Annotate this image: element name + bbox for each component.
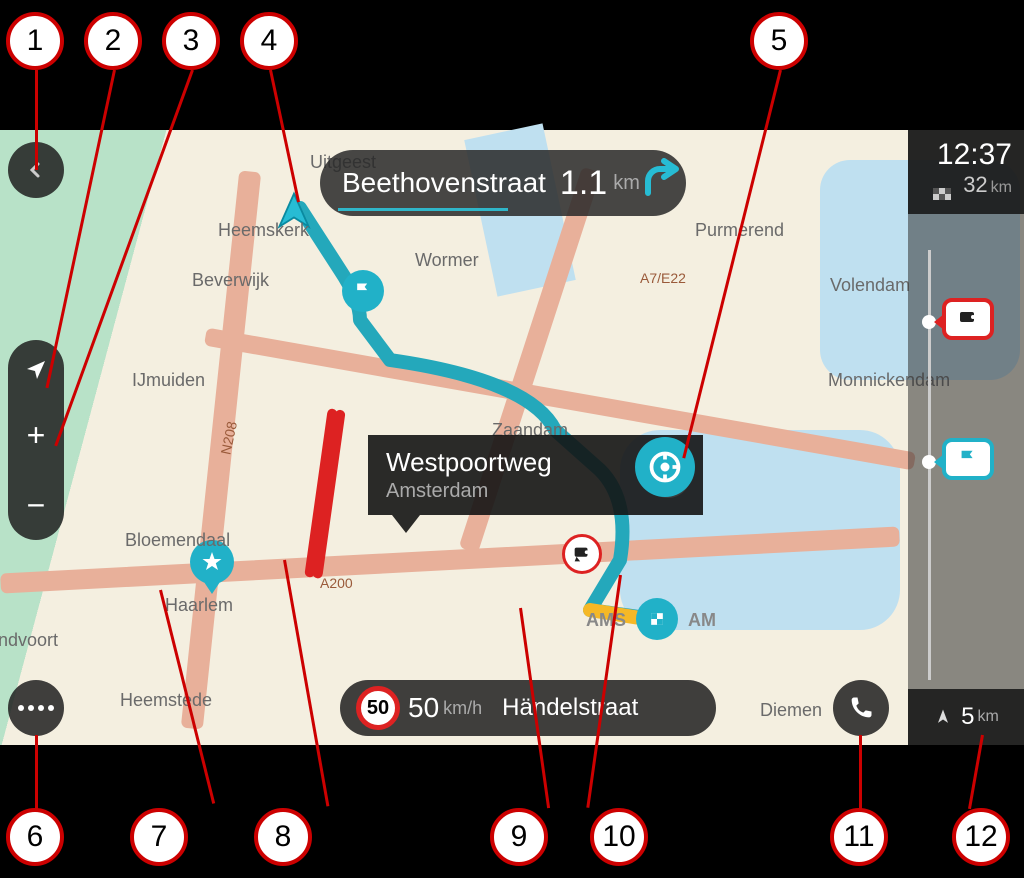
arrival-panel[interactable]: 12:37 32km	[908, 130, 1024, 214]
north-arrow-icon	[933, 707, 953, 727]
map-label: IJmuiden	[132, 370, 205, 391]
annotation-callout: 3	[162, 12, 220, 70]
next-instruction-panel[interactable]: Beethovenstraat 1.1 km	[320, 150, 686, 216]
map-label: AM	[688, 610, 716, 631]
traffic-jam-segment	[304, 408, 338, 578]
map-label: Heemskerk	[218, 220, 309, 241]
map-label: Diemen	[760, 700, 822, 721]
annotation-callout: 11	[830, 808, 888, 866]
annotation-callout: 10	[590, 808, 648, 866]
instruction-progress-bar	[338, 208, 508, 211]
map-label: Wormer	[415, 250, 479, 271]
map-label: Volendam	[830, 275, 910, 296]
turn-right-icon	[640, 157, 688, 210]
road-label: A7/E22	[640, 270, 686, 286]
remaining-distance-unit: km	[991, 179, 1012, 196]
annotation-callout: 4	[240, 12, 298, 70]
annotation-callout: 5	[750, 12, 808, 70]
zoom-in-button[interactable]: +	[8, 400, 64, 470]
current-road-name: Händelstraat	[502, 694, 638, 722]
annotation-callout: 12	[952, 808, 1010, 866]
route-bar-waypoint-icon[interactable]	[942, 438, 994, 480]
road-label: A200	[320, 575, 353, 591]
speed-camera-marker[interactable]	[562, 534, 602, 574]
map-label: Bloemendaal	[125, 530, 230, 551]
next-event-distance-unit: km	[978, 708, 999, 726]
current-speed: 50	[408, 692, 439, 724]
annotation-leader	[859, 735, 862, 810]
arrival-time: 12:37	[920, 138, 1012, 172]
annotation-leader	[35, 735, 38, 810]
next-event-distance: 5	[961, 703, 974, 731]
annotation-leader	[968, 735, 984, 809]
checkered-flag-icon	[933, 180, 951, 192]
next-street-name: Beethovenstraat	[342, 167, 546, 199]
destination-marker[interactable]	[636, 598, 678, 640]
zoom-out-button[interactable]: −	[8, 470, 64, 540]
location-title: Westpoortweg	[386, 447, 552, 478]
switch-view-button[interactable]	[24, 340, 48, 400]
remaining-distance: 32	[963, 172, 987, 197]
map-label: Heemstede	[120, 690, 212, 711]
annotation-callout: 7	[130, 808, 188, 866]
speed-limit-sign: 50	[356, 686, 400, 730]
waypoint-marker[interactable]	[342, 270, 384, 312]
route-bar[interactable]: 12:37 32km 5 km	[908, 130, 1024, 745]
map-label: ndvoort	[0, 630, 58, 651]
map-label: Haarlem	[165, 595, 233, 616]
annotation-callout: 9	[490, 808, 548, 866]
route-bar-camera-icon[interactable]	[942, 298, 994, 340]
annotation-callout: 1	[6, 12, 64, 70]
speed-unit: km/h	[443, 698, 482, 719]
phone-button[interactable]	[833, 680, 889, 736]
main-menu-button[interactable]	[8, 680, 64, 736]
map-label: Beverwijk	[192, 270, 269, 291]
annotation-callout: 2	[84, 12, 142, 70]
annotation-callout: 8	[254, 808, 312, 866]
speed-panel[interactable]: 50 50 km/h Händelstraat	[340, 680, 716, 736]
annotation-leader	[35, 70, 38, 170]
next-turn-distance-unit: km	[613, 172, 640, 195]
next-turn-distance: 1.1	[560, 164, 607, 203]
route-bar-next-panel[interactable]: 5 km	[908, 689, 1024, 745]
annotation-callout: 6	[6, 808, 64, 866]
map-label: AMS	[586, 610, 626, 631]
location-subtitle: Amsterdam	[386, 480, 552, 503]
